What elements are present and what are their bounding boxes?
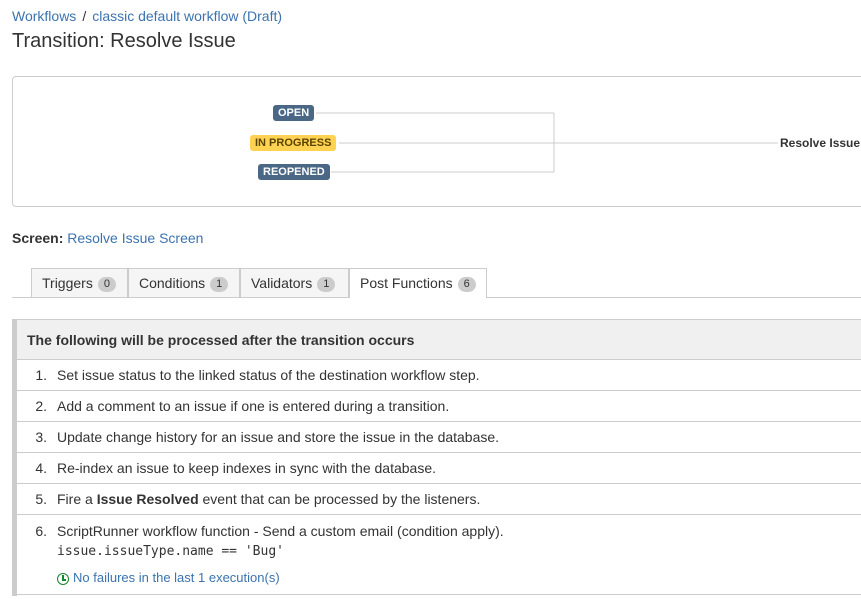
item-number: 5. (35, 491, 47, 507)
list-item: 3. Update change history for an issue an… (17, 422, 861, 453)
breadcrumb-workflow-link[interactable]: classic default workflow (Draft) (92, 8, 282, 24)
breadcrumb: Workflows / classic default workflow (Draf… (12, 8, 282, 24)
diagram-connectors (316, 112, 778, 173)
tab-count-badge: 0 (97, 277, 116, 292)
transition-label: Resolve Issue (780, 136, 861, 150)
item-number: 2. (35, 398, 47, 414)
breadcrumb-separator: / (82, 8, 87, 24)
status-lozenge-in-progress: IN PROGRESS (250, 135, 337, 151)
transition-diagram: OPEN IN PROGRESS REOPENED Resolve Issue (12, 76, 861, 207)
tab-label: Conditions (139, 275, 206, 291)
breadcrumb-workflows-link[interactable]: Workflows (12, 8, 76, 24)
item-text: Re-index an issue to keep indexes in syn… (57, 460, 437, 476)
tab-post-functions[interactable]: Post Functions 6 (349, 268, 487, 298)
status-lozenge-open: OPEN (273, 105, 315, 121)
post-functions-panel: The following will be processed after th… (12, 319, 861, 596)
clock-icon (57, 573, 69, 585)
screen-label: Screen: (12, 230, 64, 246)
condition-code: issue.issueType.name == 'Bug' (57, 544, 284, 559)
list-item: 1. Set issue status to the linked status… (17, 360, 861, 391)
item-number: 6. (35, 523, 47, 539)
tab-count-badge: 1 (210, 277, 229, 292)
status-lozenge-reopened: REOPENED (258, 164, 330, 180)
item-number: 3. (35, 429, 47, 445)
item-text: Add a comment to an issue if one is ente… (57, 398, 450, 414)
tab-count-badge: 1 (317, 277, 336, 292)
item-text: Fire a Issue Resolved event that can be … (57, 491, 480, 507)
execution-status-text: No failures in the last 1 execution(s) (73, 570, 280, 585)
list-item: 4. Re-index an issue to keep indexes in … (17, 453, 861, 484)
screen-link[interactable]: Resolve Issue Screen (67, 230, 203, 246)
screen-info: Screen: Resolve Issue Screen (12, 230, 203, 246)
item-text-after: event that can be processed by the liste… (202, 491, 481, 507)
list-item: 2. Add a comment to an issue if one is e… (17, 391, 861, 422)
tab-validators[interactable]: Validators 1 (240, 268, 349, 297)
page-title: Transition: Resolve Issue (12, 30, 236, 52)
item-number: 4. (35, 460, 47, 476)
event-name: Issue Resolved (96, 491, 199, 507)
execution-status-link[interactable]: No failures in the last 1 execution(s) (57, 570, 280, 585)
item-text-before: Fire a (57, 491, 93, 507)
item-text: Set issue status to the linked status of… (57, 367, 480, 383)
tab-label: Validators (251, 275, 313, 291)
list-item: 6. ScriptRunner workflow function - Send… (17, 515, 861, 595)
tab-label: Triggers (42, 275, 93, 291)
tab-label: Post Functions (360, 275, 453, 291)
tab-count-badge: 6 (457, 277, 476, 292)
item-number: 1. (35, 367, 47, 383)
item-text: Update change history for an issue and s… (57, 429, 500, 445)
tab-triggers[interactable]: Triggers 0 (31, 268, 128, 297)
item-text: ScriptRunner workflow function - Send a … (57, 523, 504, 539)
panel-header: The following will be processed after th… (17, 319, 861, 360)
tab-conditions[interactable]: Conditions 1 (128, 268, 240, 297)
tab-bar: Triggers 0 Conditions 1 Validators 1 Post F… (12, 268, 861, 298)
list-item: 5. Fire a Issue Resolved event that can … (17, 484, 861, 515)
